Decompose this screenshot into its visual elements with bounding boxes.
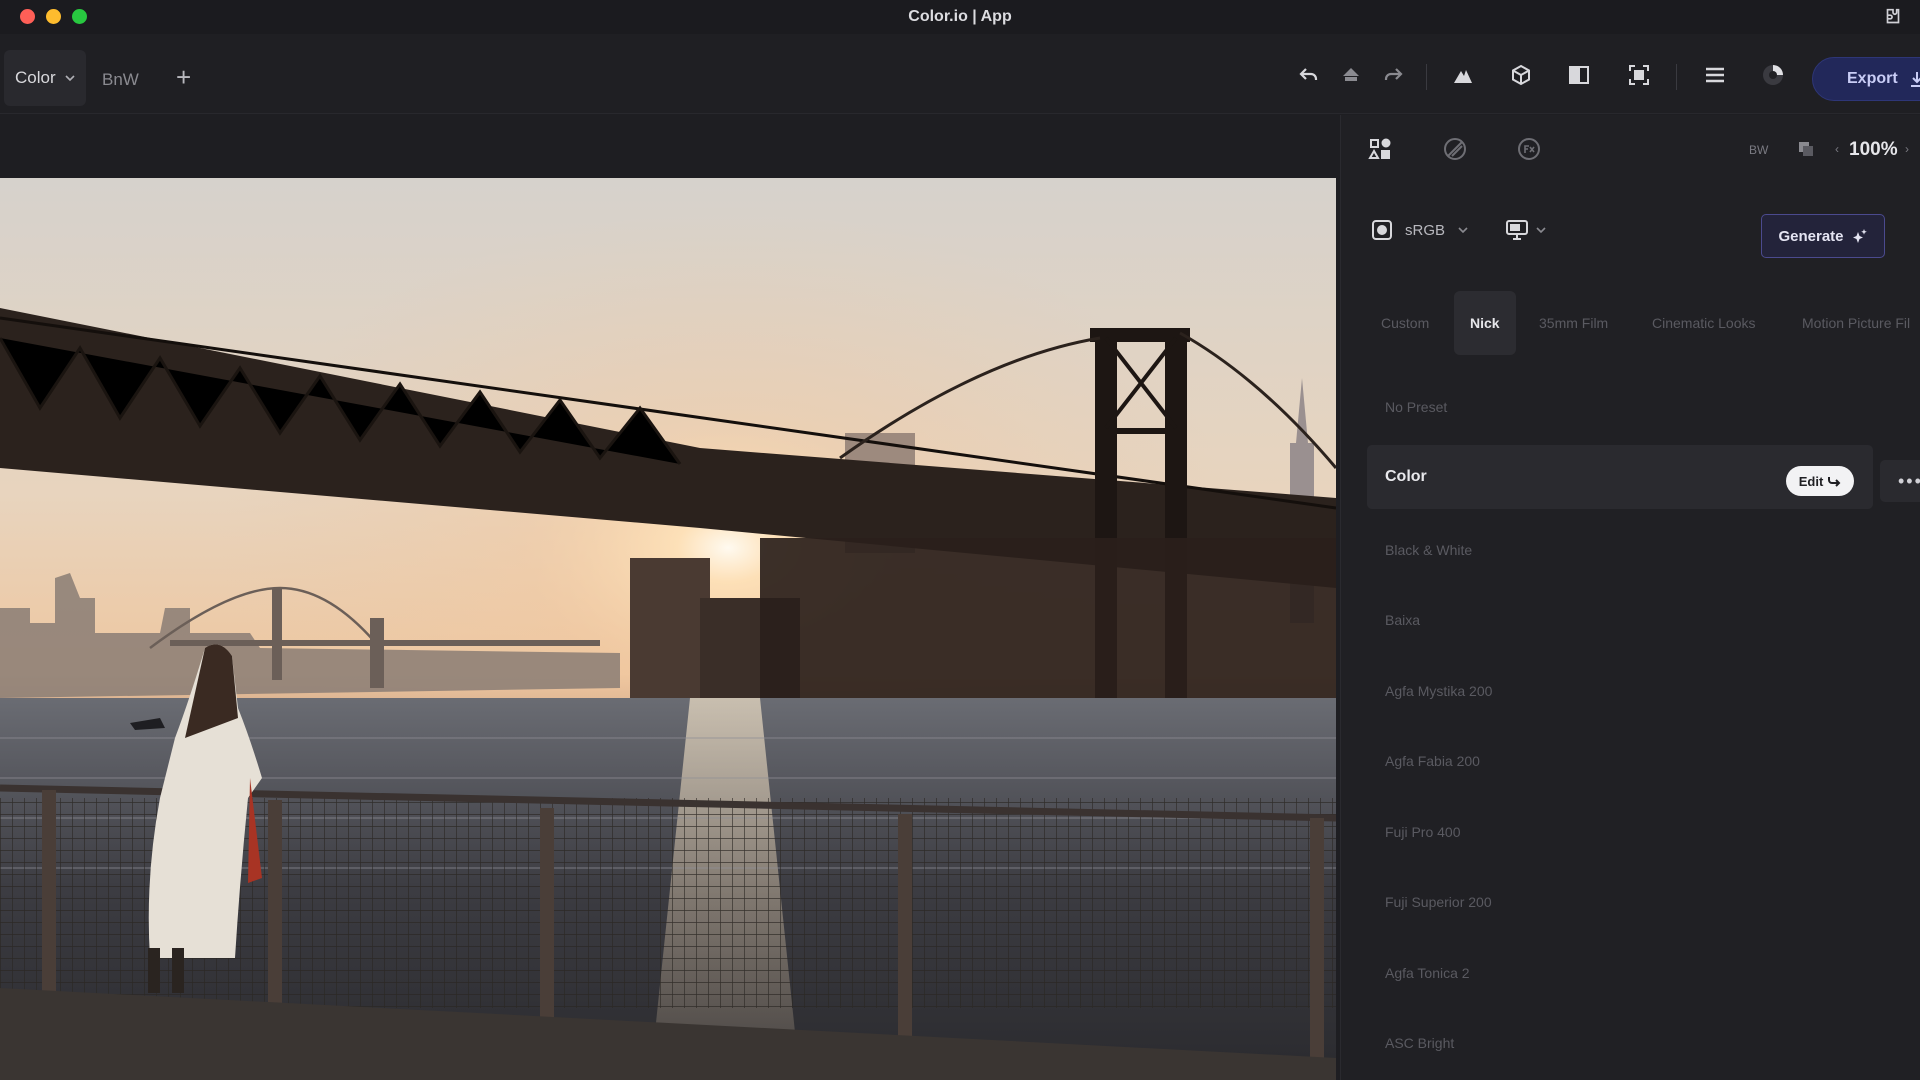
- chevron-down-icon: [65, 75, 75, 82]
- window-title: Color.io | App: [908, 8, 1012, 25]
- category-nick[interactable]: Nick: [1454, 291, 1516, 355]
- app-window: Color.io | App Color BnW + Export BW ‹ 1…: [0, 0, 1920, 1080]
- avatar-icon: [1763, 65, 1783, 85]
- category-custom[interactable]: Custom: [1381, 291, 1429, 355]
- 3d-cube-button[interactable]: [1504, 58, 1538, 92]
- edit-label: Edit: [1798, 473, 1824, 489]
- add-tab-button[interactable]: +: [176, 64, 191, 90]
- close-window-button[interactable]: [20, 9, 35, 24]
- looks-panel: BW ‹ 100% › sRGB Generate Custom Nick 35…: [1340, 115, 1920, 1080]
- redo-icon: [1384, 68, 1403, 80]
- tab-effects[interactable]: [1507, 127, 1551, 171]
- chevron-down-icon: [1458, 227, 1468, 234]
- export-label: Export: [1847, 70, 1898, 87]
- return-arrow-icon: [1828, 477, 1841, 487]
- cube-icon: [1512, 64, 1530, 86]
- histogram-button[interactable]: [1446, 58, 1480, 92]
- category-35mm-film[interactable]: 35mm Film: [1539, 291, 1608, 355]
- redo-button[interactable]: [1376, 58, 1410, 92]
- preset-categories: Custom Nick 35mm Film Cinematic Looks Mo…: [1341, 291, 1920, 359]
- generate-label: Generate: [1778, 227, 1844, 245]
- account-button[interactable]: [1756, 58, 1790, 92]
- toolbar-divider: [1676, 64, 1677, 90]
- hamburger-menu-icon: [1706, 67, 1724, 83]
- tab-color-label: Color: [15, 68, 56, 87]
- more-options-button[interactable]: •••: [1880, 460, 1920, 502]
- toolbar: Color BnW + Export: [0, 34, 1920, 114]
- zoom-level[interactable]: 100%: [1849, 139, 1898, 161]
- zoom-increase-icon[interactable]: ›: [1905, 142, 1909, 156]
- panel-tabs: BW ‹ 100% ›: [1341, 115, 1920, 185]
- zoom-decrease-icon[interactable]: ‹: [1835, 142, 1839, 156]
- category-motion-picture-film[interactable]: Motion Picture Fil: [1802, 291, 1910, 355]
- sunset-bridge-photo: [0, 178, 1336, 1080]
- image-canvas[interactable]: [0, 115, 1340, 1080]
- window-controls: [20, 9, 87, 24]
- photo-preview[interactable]: [0, 178, 1336, 1080]
- color-space-select[interactable]: sRGB: [1371, 219, 1469, 241]
- undo-button[interactable]: [1292, 58, 1326, 92]
- fit-screen-icon: [1629, 65, 1649, 85]
- tab-presets[interactable]: [1359, 127, 1403, 171]
- tab-color[interactable]: Color: [4, 50, 86, 106]
- compare-button[interactable]: [1562, 58, 1596, 92]
- monitor-icon: [1506, 220, 1528, 240]
- ellipsis-icon: •••: [1898, 470, 1920, 491]
- edit-preset-button[interactable]: Edit: [1786, 466, 1854, 496]
- histogram-icon: [1454, 70, 1472, 83]
- undo-icon: [1299, 68, 1318, 80]
- extension-icon[interactable]: [1882, 6, 1904, 28]
- stack-icon: [1343, 68, 1359, 81]
- history-button[interactable]: [1334, 58, 1368, 92]
- generate-button[interactable]: Generate: [1761, 214, 1885, 258]
- color-space-label: sRGB: [1405, 221, 1446, 239]
- preset-item[interactable]: Agfa Mystika 200: [1385, 683, 1492, 699]
- color-space-icon: [1372, 220, 1392, 240]
- preset-item[interactable]: Fuji Pro 400: [1385, 824, 1460, 840]
- menu-button[interactable]: [1698, 58, 1732, 92]
- preset-item[interactable]: ASC Bright: [1385, 1035, 1454, 1051]
- preset-item[interactable]: Black & White: [1385, 542, 1472, 558]
- download-icon: [1910, 72, 1920, 87]
- minimize-window-button[interactable]: [46, 9, 61, 24]
- preset-item[interactable]: Fuji Superior 200: [1385, 894, 1492, 910]
- preset-item[interactable]: Agfa Tonica 2: [1385, 965, 1470, 981]
- split-view-icon: [1569, 66, 1589, 84]
- sparkle-icon: [1852, 229, 1867, 243]
- display-select[interactable]: [1505, 219, 1547, 241]
- category-cinematic-looks[interactable]: Cinematic Looks: [1652, 291, 1756, 355]
- fx-icon: [1518, 138, 1540, 160]
- toolbar-divider: [1426, 64, 1427, 90]
- presets-icon: [1368, 138, 1391, 159]
- preset-item[interactable]: No Preset: [1385, 399, 1447, 415]
- preset-selected-label: Color: [1385, 468, 1427, 485]
- bw-toggle[interactable]: BW: [1749, 143, 1768, 157]
- copy-icon[interactable]: [1797, 140, 1815, 158]
- color-wheel-icon: [1444, 138, 1466, 160]
- preset-item[interactable]: Agfa Fabia 200: [1385, 753, 1480, 769]
- tab-adjust[interactable]: [1433, 127, 1477, 171]
- title-bar: Color.io | App: [0, 0, 1920, 34]
- preset-item[interactable]: Baixa: [1385, 612, 1420, 628]
- fit-screen-button[interactable]: [1622, 58, 1656, 92]
- tab-bnw[interactable]: BnW: [102, 70, 139, 90]
- chevron-down-icon: [1536, 227, 1546, 234]
- export-button[interactable]: Export: [1812, 57, 1920, 101]
- maximize-window-button[interactable]: [72, 9, 87, 24]
